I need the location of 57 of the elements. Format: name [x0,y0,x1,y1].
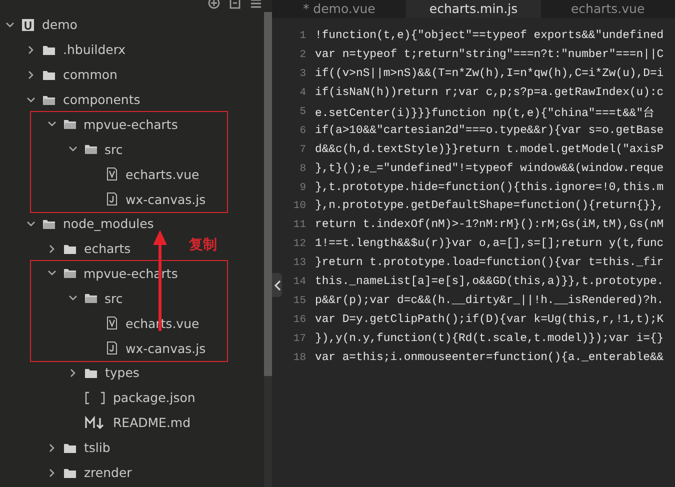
line-number: 1 [298,30,306,42]
annotation-label: 复制 [189,236,217,254]
tree-item[interactable]: .hbuilderx [0,37,126,62]
tree-item[interactable]: src [31,136,123,162]
tree-item[interactable]: mpvue-echarts [31,112,178,136]
tree-item[interactable]: package.json [0,385,196,410]
line-number: 16 [292,314,306,326]
code-line: p&&r(p);var d=c&&(h.__dirty&r_||!h.__isRendered)?h. [315,294,664,307]
code-line: }return t.prototype.load=function(){var t=this._fir [315,257,664,270]
tree-item[interactable]: node_modules [0,211,154,236]
tree-item[interactable]: types [0,360,140,385]
code-line: !function(t,e){"object"==typeof exports&&"undefined [315,30,664,42]
tree-item[interactable]: echarts.vue [31,162,200,186]
editor-tab[interactable]: echarts.min.js [406,0,541,18]
line-number: 18 [292,352,306,364]
line-number: 6 [298,124,306,137]
line-number: 17 [292,332,306,345]
line-number: 2 [298,49,306,62]
code-line: var D=y.getClipPath();if(D){var k=Ug(this,r,!1,t);K [315,314,664,326]
line-number: 13 [292,257,306,270]
code-line: var a=this;i.onmouseenter=function(){a._enterable&& [315,352,664,364]
code-line: d&&c(h,d.textStyle)}}return t.model.getModel("axisP [315,144,664,156]
tree-item[interactable]: wx-canvas.js [31,336,206,360]
line-number: 15 [292,294,306,307]
line-number: 7 [298,144,306,156]
tree-item[interactable]: README.md [0,410,191,435]
line-number: 12 [292,238,306,250]
tree-item[interactable]: src [31,286,123,310]
tree-item[interactable]: components [0,87,140,112]
line-number: 10 [292,200,306,212]
editor-tab[interactable]: * demo.vue [272,0,406,18]
code-line: }),y(n.y,function(t){Rd(t.scale,t.model)});var i={} [315,332,664,345]
tree-item[interactable]: echarts [0,236,131,261]
tree-item[interactable]: common [0,62,118,87]
code-line: if((v>nS||m>nS)&&(T=n*Zw(h),I=n*qw(h),C=i*Zw(u),D=i [315,68,664,80]
line-number: 5 [298,106,306,118]
code-line: return t.indexOf(nM)>-1?nM:rM}():rM;Gs(iM,tM),Gs(nM [315,219,664,232]
line-number: 3 [298,68,306,80]
code-line: },t}();e_="undefined"!=typeof window&&(window.reque [315,162,664,175]
line-number: 4 [298,87,306,100]
tree-item[interactable]: zrender [0,460,132,485]
code-line: 1!==t.length&&$u(r)}var o,a=[],s=[];return y(t,func [315,238,664,250]
line-number: 11 [292,219,306,232]
code-line: e.setCenter(i)}}}function np(t,e){"china"===t&&"台 [315,106,654,120]
code-line: if(isNaN(h))return r;var c,p;s?p=a.getRawIndex(u):c [315,87,664,100]
line-number: 14 [292,276,306,288]
line-number: 9 [298,182,306,194]
editor-tab[interactable]: echarts.vue [540,0,675,18]
tree-item[interactable]: demo [0,12,78,37]
tree-item[interactable]: tslib [0,435,110,460]
line-number: 8 [298,162,306,175]
tree-item[interactable]: wx-canvas.js [31,186,206,212]
code-line: var n=typeof t;return"string"===n?t:"number"===n||C [315,49,664,62]
code-line: this._nameList[a]=e[s],o&&GD(this,a)}},t.prototype. [315,276,664,288]
code-line: },t.prototype.hide=function(){this.ignore=!0,this.m [315,182,664,194]
code-line: },n.prototype.getDefaultShape=function(){return{}}, [315,200,664,212]
code-line: if(a>10&&"cartesian2d"===o.type&&r){var s=o.getBase [315,124,664,137]
